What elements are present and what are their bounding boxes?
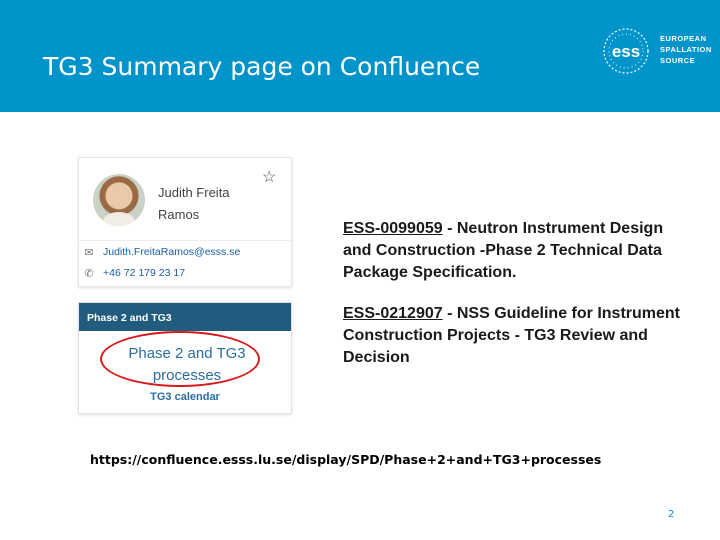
profile-name-line-1: Judith Freita (158, 185, 230, 200)
document-separator-2: - (442, 305, 457, 322)
phone-row[interactable]: ✆ +46 72 179 23 17 (83, 265, 185, 281)
phase-card-header: Phase 2 and TG3 (79, 303, 291, 331)
page-number: 2 (668, 509, 675, 520)
ess-logo-mark-icon: ess (603, 28, 649, 74)
document-separator-1: - (442, 220, 457, 237)
document-link-1[interactable]: ESS-0099059 (343, 220, 443, 237)
document-reference-2: ESS-0212907 - NSS Guideline for Instrume… (343, 303, 693, 369)
tg3-calendar-link[interactable]: TG3 calendar (79, 391, 291, 403)
logo-text: EUROPEAN SPALLATION SOURCE (660, 33, 712, 66)
confluence-url[interactable]: https://confluence.esss.lu.se/display/SP… (90, 452, 601, 467)
profile-card-screenshot: Judith Freita Ramos ☆ ✉ Judith.FreitaRam… (78, 157, 292, 287)
ess-logo: ess EUROPEAN SPALLATION SOURCE (598, 26, 712, 76)
logo-line-1: EUROPEAN (660, 34, 707, 43)
phone-icon: ✆ (84, 267, 94, 280)
profile-name-line-2: Ramos (158, 207, 200, 222)
profile-divider (79, 240, 291, 241)
logo-line-2: SPALLATION (660, 45, 712, 54)
document-reference-1: ESS-0099059 - Neutron Instrument Design … (343, 218, 693, 284)
profile-email[interactable]: Judith.FreitaRamos@esss.se (103, 246, 240, 258)
avatar (93, 174, 145, 226)
document-link-2[interactable]: ESS-0212907 (343, 305, 443, 322)
logo-line-3: SOURCE (660, 56, 696, 65)
email-row[interactable]: ✉ Judith.FreitaRamos@esss.se (83, 244, 240, 260)
slide-title: TG3 Summary page on Confluence (43, 52, 481, 81)
envelope-icon: ✉ (84, 246, 94, 259)
avatar-shoulders (103, 212, 135, 226)
logo-mark-text: ess (612, 42, 640, 61)
profile-phone[interactable]: +46 72 179 23 17 (103, 267, 185, 279)
highlight-circle (100, 331, 260, 387)
title-banner: TG3 Summary page on Confluence ess EUROP… (0, 0, 720, 112)
star-icon[interactable]: ☆ (262, 170, 276, 186)
profile-name: Judith Freita Ramos (158, 182, 253, 226)
